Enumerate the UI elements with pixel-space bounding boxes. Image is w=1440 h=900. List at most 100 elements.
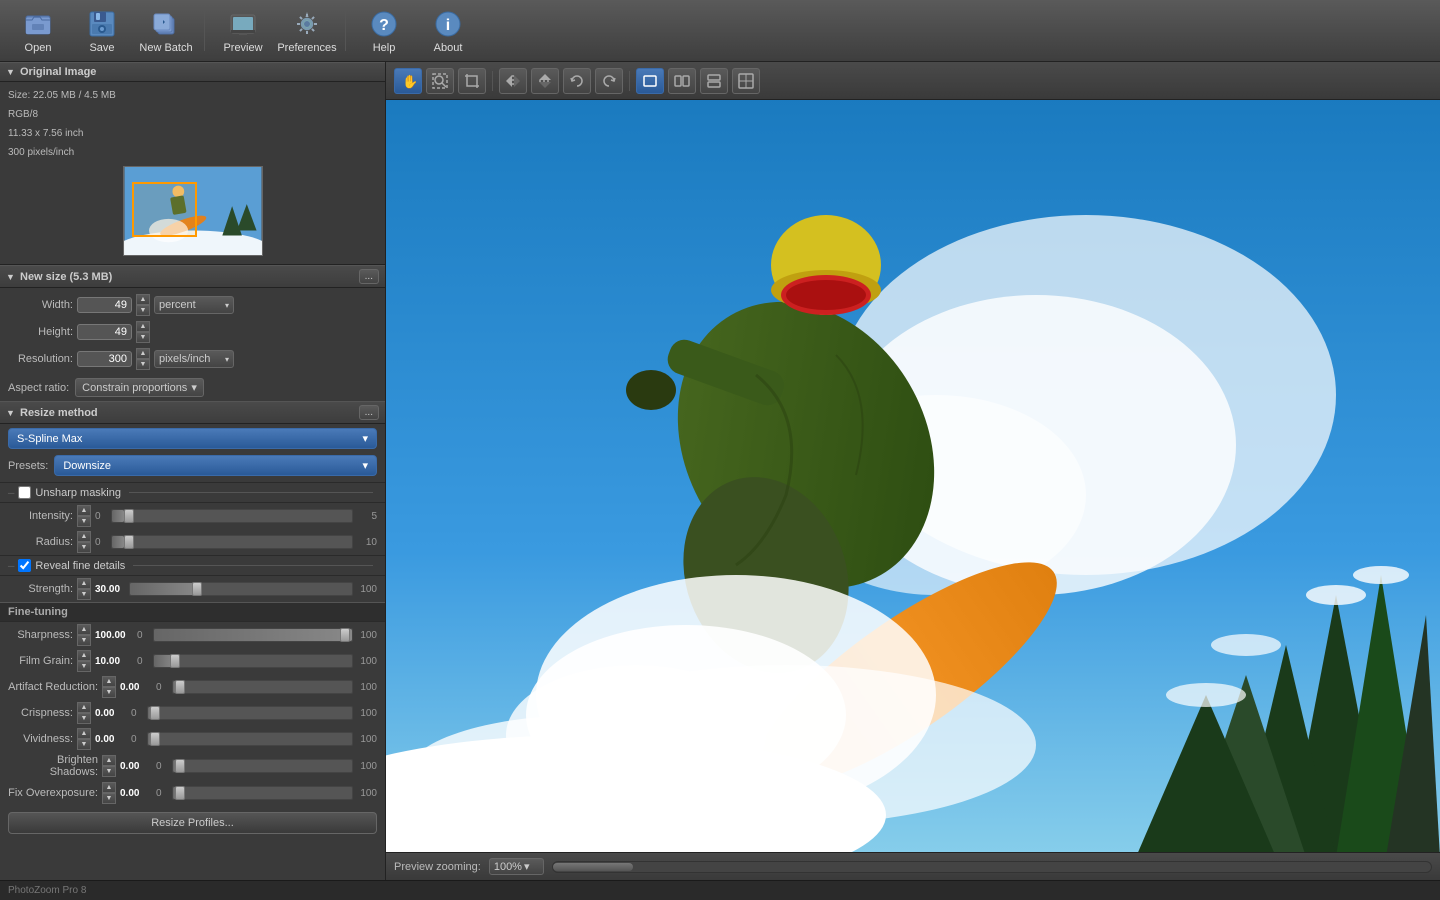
- crop-tool-btn[interactable]: [458, 68, 486, 94]
- brighten-shadows-up[interactable]: ▲: [102, 755, 116, 766]
- new-size-header[interactable]: ▼ New size (5.3 MB) ...: [0, 265, 385, 288]
- crispness-slider[interactable]: [147, 706, 353, 720]
- split-v-view-btn[interactable]: [668, 68, 696, 94]
- fix-overexposure-down[interactable]: ▼: [102, 793, 116, 804]
- crispness-up[interactable]: ▲: [77, 702, 91, 713]
- strength-down[interactable]: ▼: [77, 589, 91, 600]
- constrain-dropdown[interactable]: Constrain proportions ▾: [75, 378, 204, 397]
- resolution-stepper[interactable]: ▲ ▼: [136, 348, 150, 370]
- vividness-up[interactable]: ▲: [77, 728, 91, 739]
- width-stepper[interactable]: ▲ ▼: [136, 294, 150, 316]
- rotate-ccw-btn[interactable]: [563, 68, 591, 94]
- vividness-down[interactable]: ▼: [77, 739, 91, 750]
- vividness-stepper[interactable]: ▲ ▼: [77, 728, 91, 750]
- artifact-reduction-slider[interactable]: [172, 680, 353, 694]
- method-arrow: ▾: [362, 432, 368, 445]
- width-up[interactable]: ▲: [136, 294, 150, 305]
- radius-thumb[interactable]: [124, 535, 134, 549]
- height-down[interactable]: ▼: [136, 332, 150, 343]
- flip-h-btn[interactable]: [499, 68, 527, 94]
- height-up[interactable]: ▲: [136, 321, 150, 332]
- height-input[interactable]: [77, 324, 132, 340]
- resize-method-more-btn[interactable]: ...: [359, 405, 379, 420]
- film-grain-stepper[interactable]: ▲ ▼: [77, 650, 91, 672]
- zoom-scrollbar[interactable]: [552, 861, 1432, 873]
- crispness-stepper[interactable]: ▲ ▼: [77, 702, 91, 724]
- preview-area[interactable]: [386, 100, 1440, 852]
- brighten-shadows-stepper[interactable]: ▲ ▼: [102, 755, 116, 777]
- resolution-up[interactable]: ▲: [136, 348, 150, 359]
- fix-overexposure-stepper[interactable]: ▲ ▼: [102, 782, 116, 804]
- intensity-thumb[interactable]: [124, 509, 134, 523]
- crispness-down[interactable]: ▼: [77, 713, 91, 724]
- resize-profiles-btn[interactable]: Resize Profiles...: [8, 812, 377, 834]
- zoom-value: 100%: [494, 861, 522, 873]
- flip-v-btn[interactable]: [531, 68, 559, 94]
- film-grain-thumb[interactable]: [170, 654, 180, 668]
- film-grain-slider[interactable]: [153, 654, 353, 668]
- resolution-down[interactable]: ▼: [136, 359, 150, 370]
- original-image-header[interactable]: ▼ Original Image: [0, 62, 385, 82]
- crispness-thumb[interactable]: [150, 706, 160, 720]
- zoom-select-btn[interactable]: [426, 68, 454, 94]
- sharpness-slider[interactable]: [153, 628, 353, 642]
- unit-dropdown[interactable]: percent ▾: [154, 296, 234, 314]
- rotate-cw-btn[interactable]: [595, 68, 623, 94]
- brighten-shadows-thumb[interactable]: [175, 759, 185, 773]
- intensity-stepper[interactable]: ▲ ▼: [77, 505, 91, 527]
- artifact-reduction-up[interactable]: ▲: [102, 676, 116, 687]
- quad-view-btn[interactable]: [732, 68, 760, 94]
- hand-tool-btn[interactable]: ✋: [394, 68, 422, 94]
- fix-overexposure-slider[interactable]: [172, 786, 353, 800]
- intensity-down[interactable]: ▼: [77, 516, 91, 527]
- radius-stepper[interactable]: ▲ ▼: [77, 531, 91, 553]
- toolbar-help[interactable]: ? Help: [354, 4, 414, 58]
- new-size-more-btn[interactable]: ...: [359, 269, 379, 284]
- method-dropdown[interactable]: S-Spline Max ▾: [8, 428, 377, 449]
- sharpness-up[interactable]: ▲: [77, 624, 91, 635]
- brighten-shadows-down[interactable]: ▼: [102, 766, 116, 777]
- vividness-thumb[interactable]: [150, 732, 160, 746]
- zoom-dropdown[interactable]: 100% ▾: [489, 858, 544, 875]
- strength-stepper[interactable]: ▲ ▼: [77, 578, 91, 600]
- strength-thumb[interactable]: [192, 582, 202, 596]
- height-stepper[interactable]: ▲ ▼: [136, 321, 150, 343]
- film-grain-up[interactable]: ▲: [77, 650, 91, 661]
- artifact-reduction-stepper[interactable]: ▲ ▼: [102, 676, 116, 698]
- intensity-slider[interactable]: [111, 509, 353, 523]
- toolbar-preferences[interactable]: Preferences: [277, 4, 337, 58]
- width-down[interactable]: ▼: [136, 305, 150, 316]
- artifact-reduction-down[interactable]: ▼: [102, 687, 116, 698]
- toolbar-about[interactable]: i About: [418, 4, 478, 58]
- strength-slider[interactable]: [129, 582, 353, 596]
- toolbar-new-batch[interactable]: New Batch: [136, 4, 196, 58]
- strength-up[interactable]: ▲: [77, 578, 91, 589]
- radius-slider[interactable]: [111, 535, 353, 549]
- unsharp-masking-checkbox[interactable]: [18, 486, 31, 499]
- resolution-unit-dropdown[interactable]: pixels/inch ▾: [154, 350, 234, 368]
- reveal-fine-details-checkbox[interactable]: [18, 559, 31, 572]
- width-input[interactable]: [77, 297, 132, 313]
- toolbar-open[interactable]: Open: [8, 4, 68, 58]
- artifact-reduction-thumb[interactable]: [175, 680, 185, 694]
- resolution-input[interactable]: [77, 351, 132, 367]
- intensity-up[interactable]: ▲: [77, 505, 91, 516]
- resize-method-header[interactable]: ▼ Resize method ...: [0, 401, 385, 424]
- zoom-thumb[interactable]: [553, 863, 633, 871]
- thumbnail[interactable]: [123, 166, 263, 256]
- single-view-btn[interactable]: [636, 68, 664, 94]
- vividness-slider[interactable]: [147, 732, 353, 746]
- sharpness-down[interactable]: ▼: [77, 635, 91, 646]
- fix-overexposure-up[interactable]: ▲: [102, 782, 116, 793]
- sharpness-thumb[interactable]: [340, 628, 350, 642]
- radius-down[interactable]: ▼: [77, 542, 91, 553]
- film-grain-down[interactable]: ▼: [77, 661, 91, 672]
- split-h-view-btn[interactable]: [700, 68, 728, 94]
- toolbar-save[interactable]: Save: [72, 4, 132, 58]
- brighten-shadows-slider[interactable]: [172, 759, 353, 773]
- toolbar-preview[interactable]: Preview: [213, 4, 273, 58]
- fix-overexposure-thumb[interactable]: [175, 786, 185, 800]
- presets-dropdown[interactable]: Downsize ▾: [54, 455, 377, 476]
- radius-up[interactable]: ▲: [77, 531, 91, 542]
- sharpness-stepper[interactable]: ▲ ▼: [77, 624, 91, 646]
